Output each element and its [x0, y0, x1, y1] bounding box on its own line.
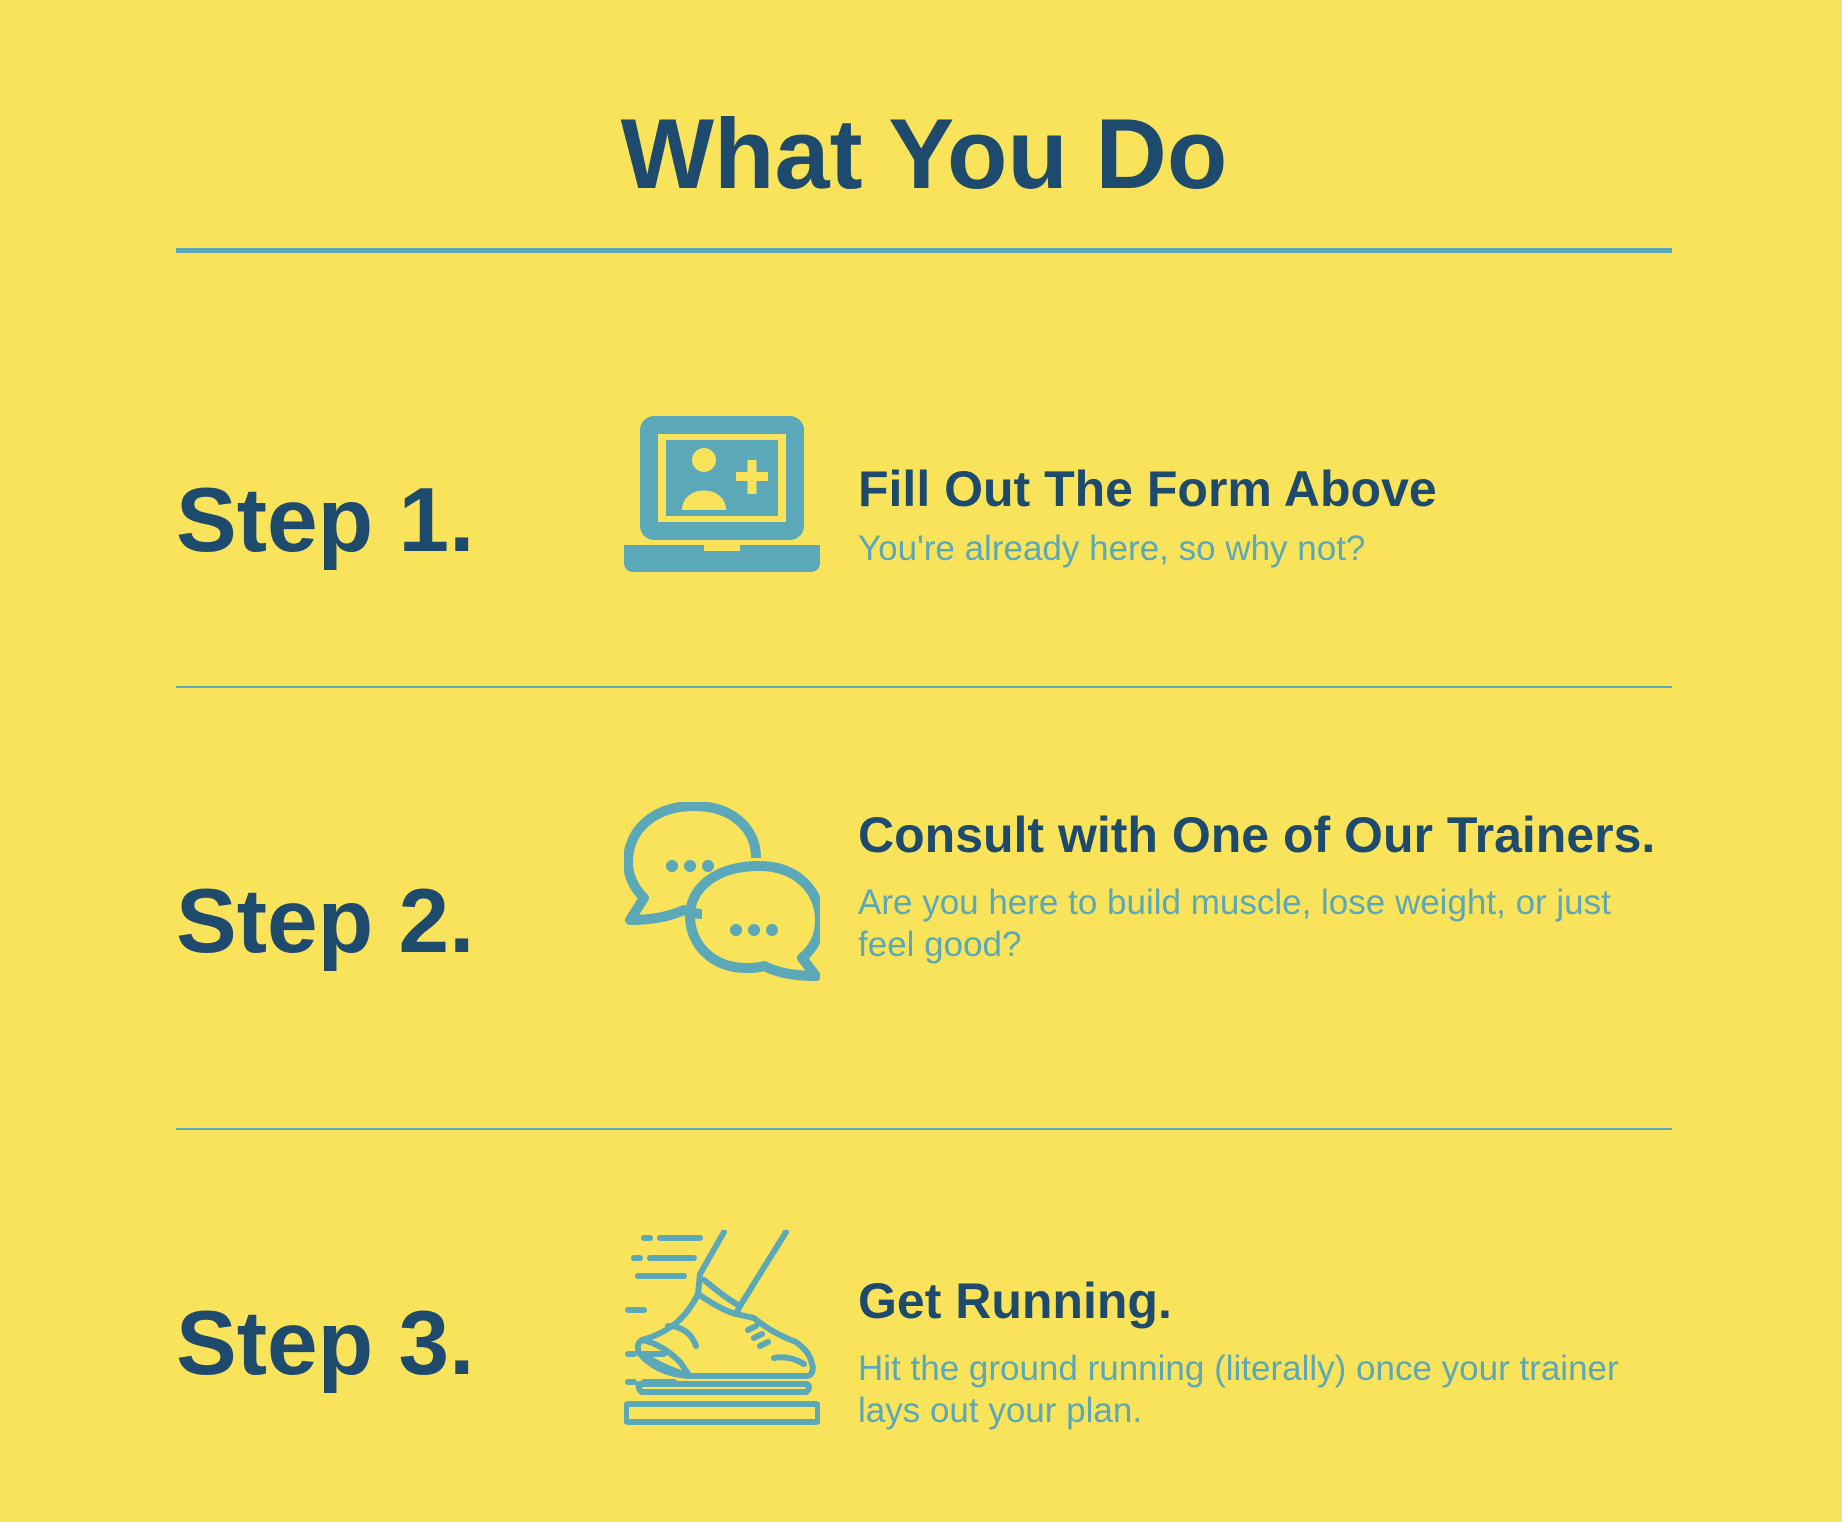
step-3: Step 3. Get Running. Hit the ground runn…: [176, 1230, 1672, 1430]
step-description: Are you here to build muscle, lose weigh…: [858, 883, 1611, 964]
running-shoe-icon: [624, 1230, 820, 1426]
chat-bubbles-icon: [624, 802, 820, 998]
step-text: Fill Out The Form Above You're already h…: [858, 450, 1672, 570]
step-2: Step 2. Consult with One of Our Trainers…: [176, 796, 1672, 1026]
step-divider: [176, 1128, 1672, 1130]
step-heading: Get Running.: [858, 1273, 1172, 1329]
step-divider: [176, 686, 1672, 688]
step-text: Consult with One of Our Trainers. Are yo…: [858, 796, 1672, 966]
step-heading: Fill Out The Form Above: [858, 461, 1437, 517]
step-text: Get Running. Hit the ground running (lit…: [858, 1262, 1672, 1432]
step-heading: Consult with One of Our Trainers.: [858, 807, 1656, 863]
step-description: You're already here, so why not?: [858, 529, 1366, 568]
title-divider: [176, 248, 1672, 253]
what-you-do-section: What You Do Step 1. Fill Out The Form Ab…: [176, 0, 1672, 1522]
step-description: Hit the ground running (literally) once …: [858, 1349, 1619, 1430]
step-1: Step 1. Fill Out The Form Above You're a…: [176, 416, 1672, 600]
step-label: Step 1.: [176, 470, 475, 571]
page-title: What You Do: [620, 98, 1228, 209]
step-label: Step 3.: [176, 1293, 475, 1394]
laptop-user-plus-icon: [624, 412, 820, 608]
step-label: Step 2.: [176, 871, 475, 972]
